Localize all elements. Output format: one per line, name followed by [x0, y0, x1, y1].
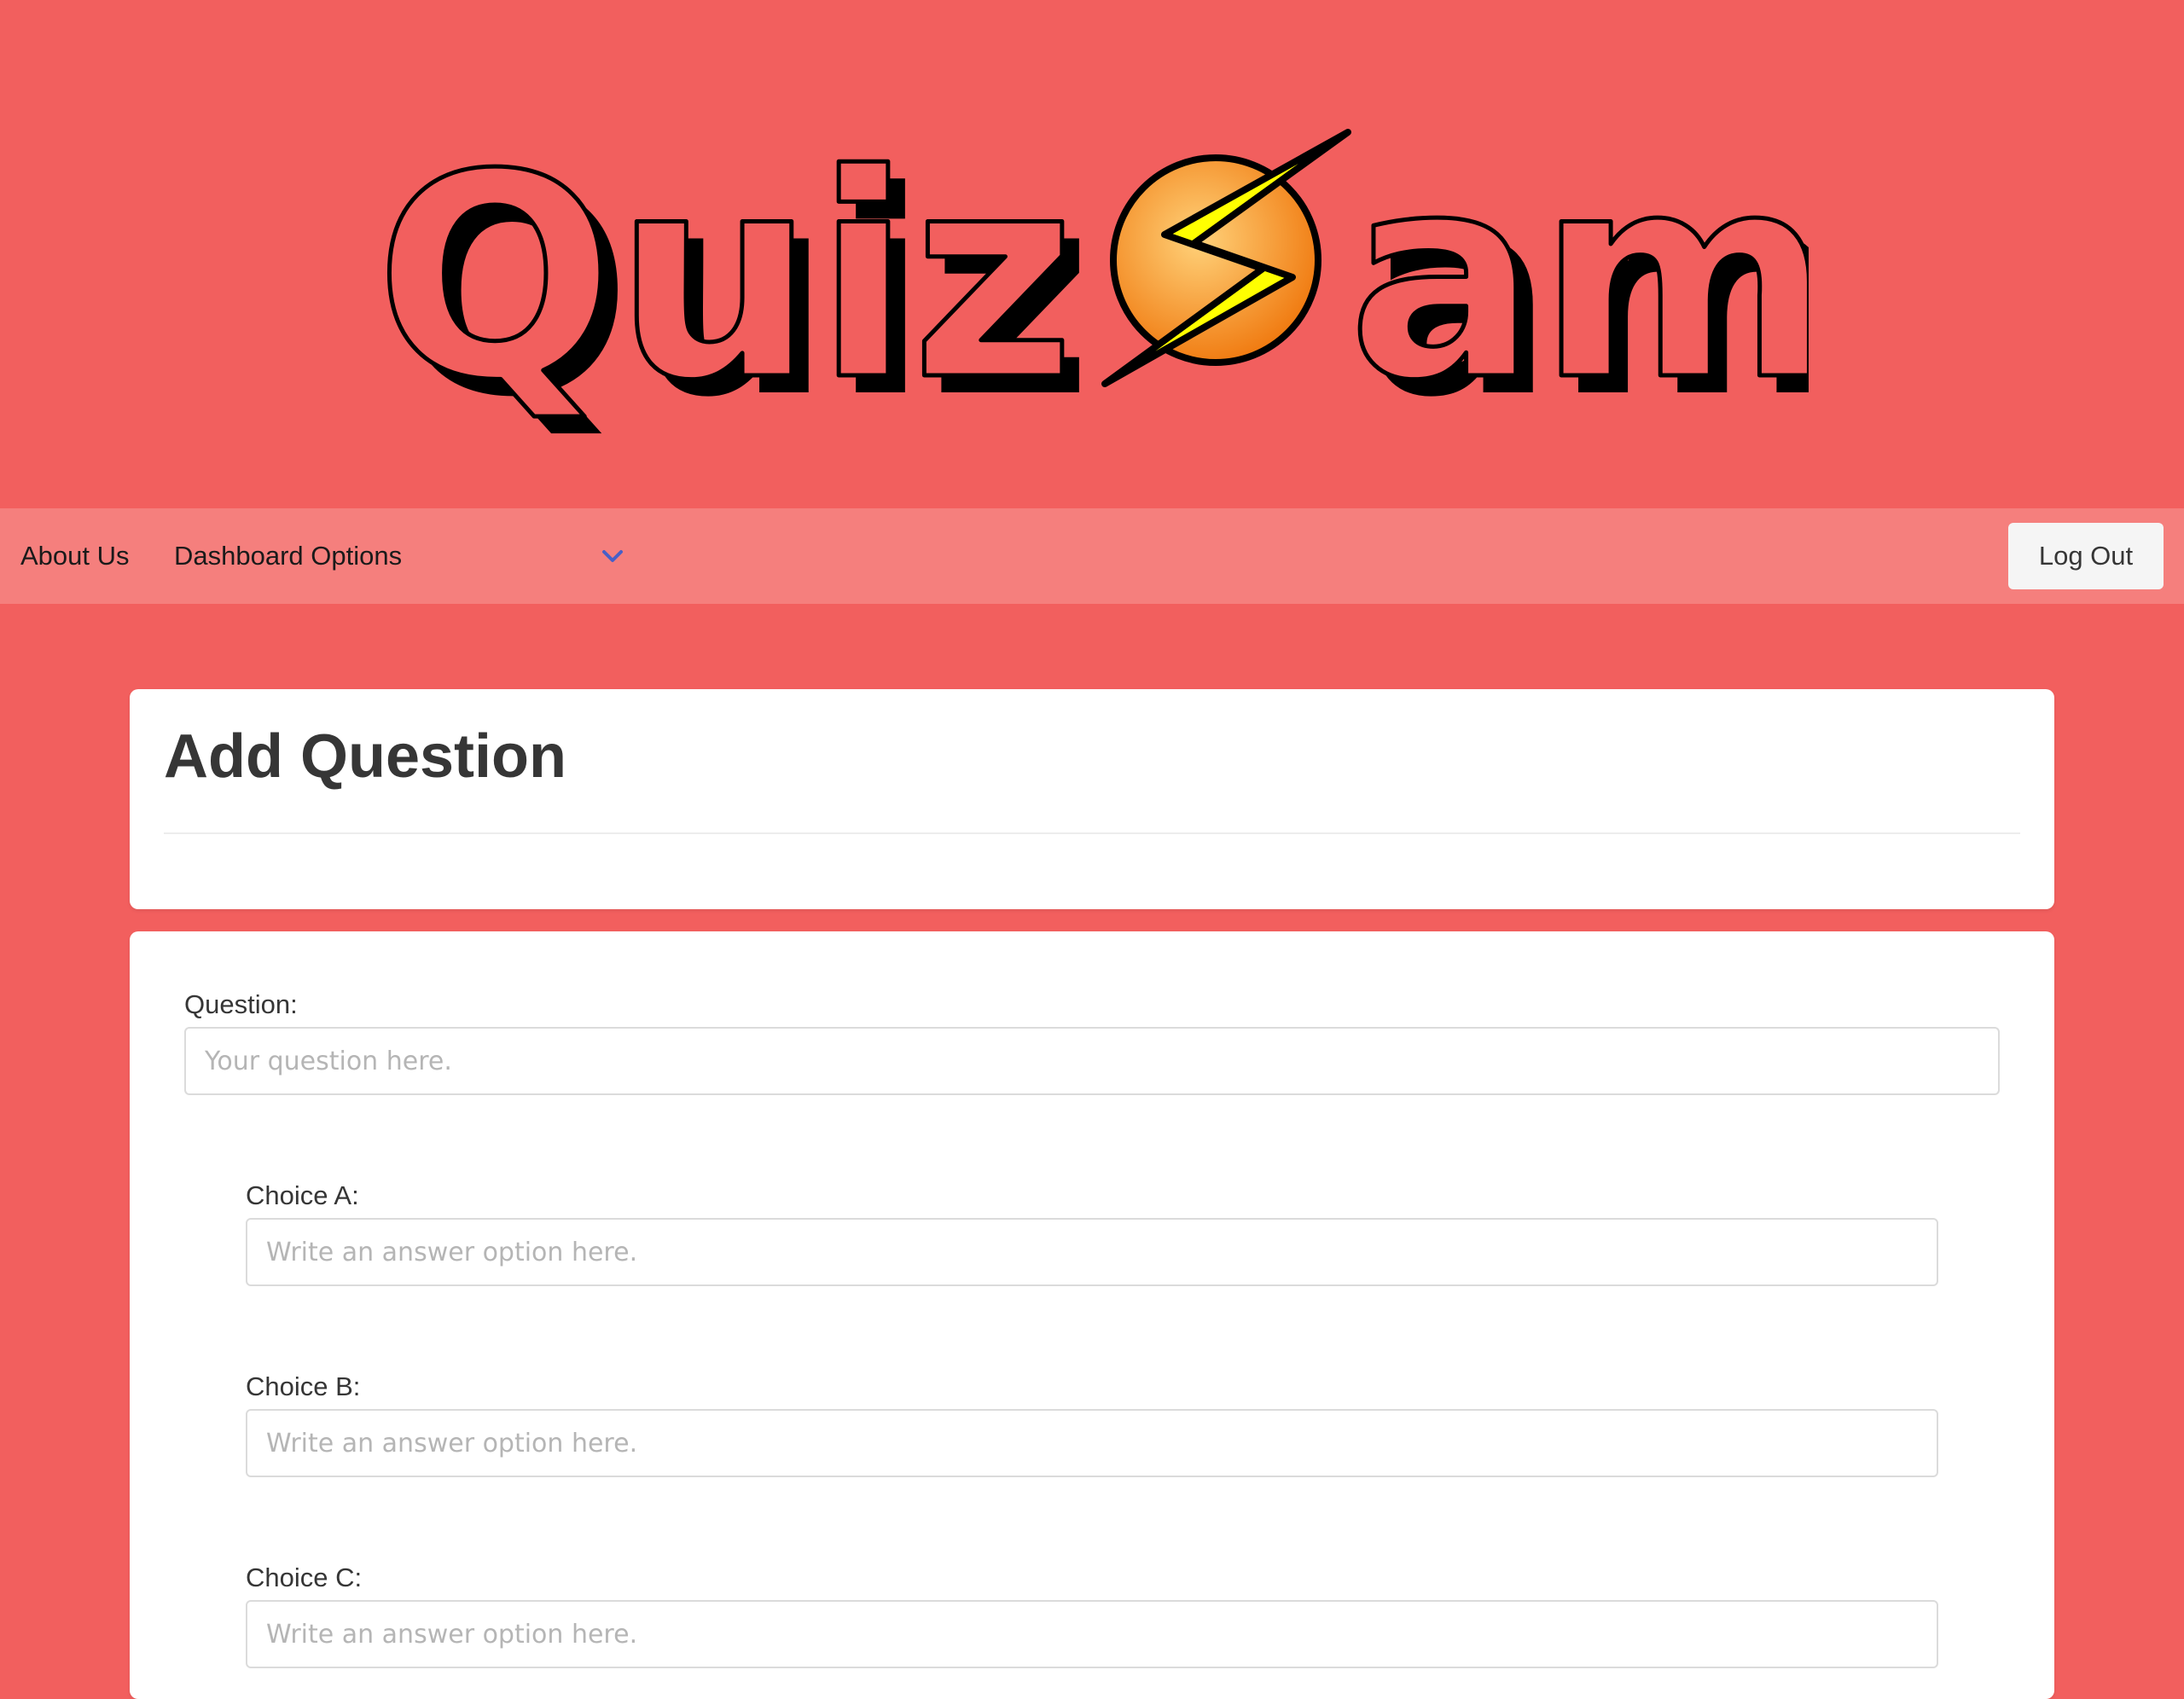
- question-form-card: Question: Choice A: Choice B: Choice C:: [130, 931, 2054, 1699]
- nav-dashboard-options-label: Dashboard Options: [174, 541, 403, 571]
- choice-a-label: Choice A:: [246, 1180, 359, 1210]
- navbar: About Us Dashboard Options: [0, 508, 2184, 604]
- logout-button[interactable]: Log Out: [2008, 523, 2164, 589]
- choice-a-input[interactable]: [246, 1218, 1938, 1286]
- chevron-down-icon: [602, 550, 623, 562]
- lightning-orb-icon: [1101, 129, 1351, 387]
- question-input[interactable]: [184, 1027, 2000, 1095]
- page-title-card: Add Question: [130, 689, 2054, 909]
- nav-about-us-link[interactable]: About Us: [20, 508, 130, 604]
- page-title: Add Question: [164, 722, 566, 791]
- title-divider: [164, 832, 2020, 834]
- header-banner: Quiz Quiz am am: [0, 0, 2184, 508]
- choice-c-label: Choice C:: [246, 1563, 363, 1592]
- choice-c-input[interactable]: [246, 1600, 1938, 1668]
- choice-b-label: Choice B:: [246, 1371, 361, 1401]
- quizzam-logo: Quiz Quiz am am: [375, 119, 1809, 459]
- logo-text-right: am: [1348, 119, 1809, 442]
- choice-b-input[interactable]: [246, 1409, 1938, 1477]
- question-label: Question:: [184, 989, 298, 1019]
- nav-dashboard-options-dropdown[interactable]: Dashboard Options: [174, 508, 623, 604]
- logo-text-left: Quiz: [375, 119, 1076, 442]
